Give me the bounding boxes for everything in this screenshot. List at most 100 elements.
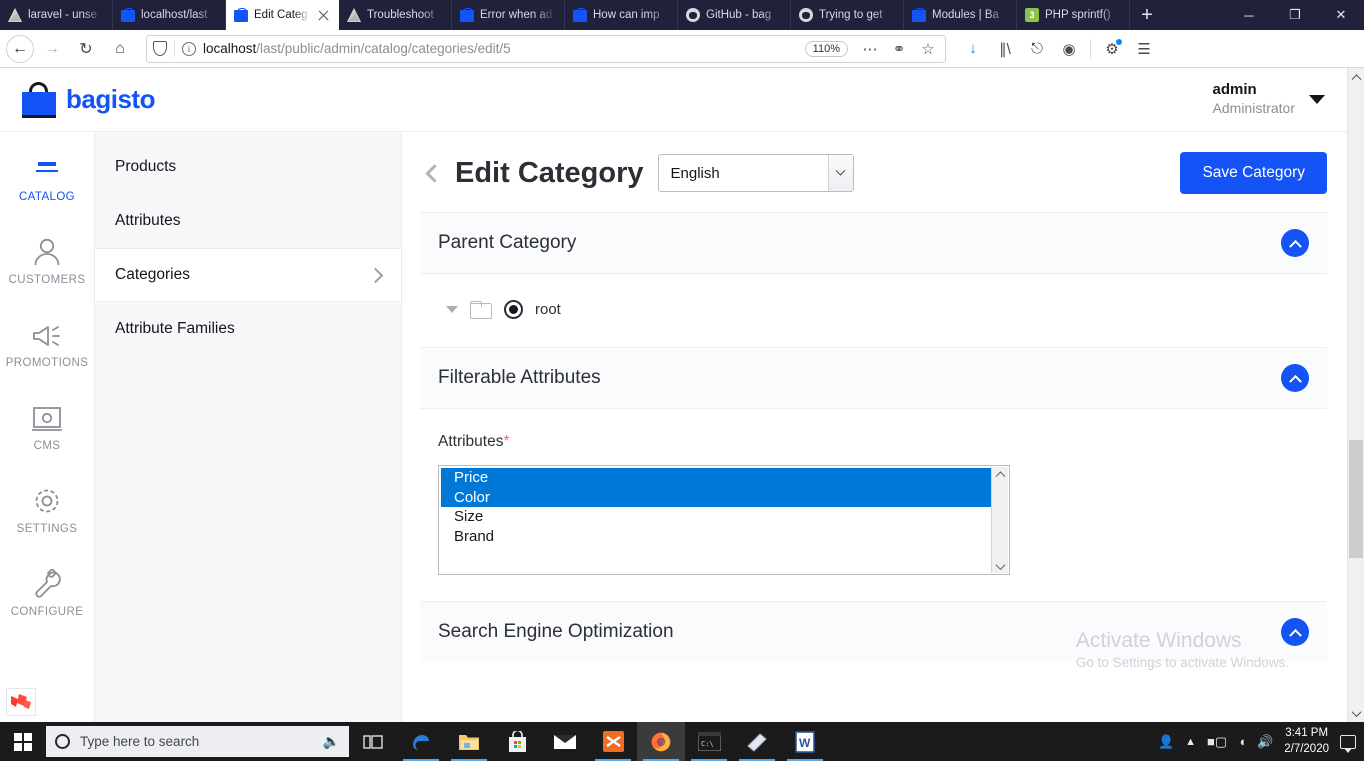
bagisto-icon xyxy=(573,8,587,22)
task-view-button[interactable] xyxy=(349,722,397,761)
downloads-icon[interactable]: ↓ xyxy=(958,34,988,64)
browser-tab[interactable]: Modules | Ba xyxy=(904,0,1017,30)
taskbar-app-edge[interactable] xyxy=(397,722,445,761)
new-tab-button[interactable]: + xyxy=(1130,0,1164,30)
extensions-icon[interactable]: ⚙ xyxy=(1097,34,1127,64)
sidebar-item-promotions[interactable]: PROMOTIONS xyxy=(0,302,94,385)
multiselect-option[interactable]: Color xyxy=(441,487,991,507)
scrollbar-thumb[interactable] xyxy=(1349,440,1363,558)
subnav-item-attributes[interactable]: Attributes xyxy=(95,194,401,248)
page-info-icon[interactable] xyxy=(182,41,196,56)
folder-icon xyxy=(470,300,492,319)
browser-tab[interactable]: Error when ad xyxy=(452,0,565,30)
taskbar-app-sticky-notes[interactable] xyxy=(733,722,781,761)
subnav-item-categories[interactable]: Categories xyxy=(95,248,401,302)
user-menu[interactable]: admin Administrator xyxy=(1213,81,1325,117)
multiselect-options[interactable]: Price Color Size Brand xyxy=(440,467,991,573)
close-icon[interactable] xyxy=(316,8,331,23)
taskbar-app-firefox[interactable] xyxy=(637,722,685,761)
people-icon[interactable]: 👤 xyxy=(1158,734,1174,750)
save-category-button[interactable]: Save Category xyxy=(1180,152,1327,194)
volume-icon[interactable]: 🔊 xyxy=(1257,734,1273,750)
microphone-icon[interactable]: 🔈 xyxy=(323,733,340,750)
page-actions-icon[interactable]: ⋯ xyxy=(859,34,881,64)
browser-tab[interactable]: GitHub - bag xyxy=(678,0,791,30)
browser-tab[interactable]: localhost/last xyxy=(113,0,226,30)
bagisto-icon xyxy=(234,8,248,22)
maximize-button[interactable]: ❐ xyxy=(1272,0,1318,30)
minimize-button[interactable]: ─ xyxy=(1226,0,1272,30)
sidebar-label: CONFIGURE xyxy=(10,606,84,618)
subnav-item-attribute-families[interactable]: Attribute Families xyxy=(95,302,401,356)
taskbar-search-input[interactable]: Type here to search 🔈 xyxy=(46,726,349,757)
taskbar-app-word[interactable]: W xyxy=(781,722,829,761)
address-bar[interactable]: localhost/last/public/admin/catalog/cate… xyxy=(146,34,946,64)
browser-tab[interactable]: laravel - unse xyxy=(0,0,113,30)
taskbar-app-xampp[interactable] xyxy=(589,722,637,761)
sidebar-item-customers[interactable]: CUSTOMERS xyxy=(0,219,94,302)
attributes-multiselect[interactable]: Price Color Size Brand xyxy=(438,465,1010,575)
pocket-icon[interactable]: ⚭ xyxy=(888,34,910,64)
app-header: bagisto admin Administrator xyxy=(0,68,1347,132)
sidebar-item-cms[interactable]: CMS xyxy=(0,385,94,468)
subnav-item-products[interactable]: Products xyxy=(95,140,401,194)
panel-header[interactable]: Filterable Attributes xyxy=(420,348,1327,408)
triangle-down-icon[interactable] xyxy=(446,306,458,313)
battery-icon[interactable]: ■▢ xyxy=(1207,734,1227,750)
taskbar-clock[interactable]: 3:41 PM 2/7/2020 xyxy=(1284,726,1329,757)
taskbar-app-mail[interactable] xyxy=(541,722,589,761)
svg-text:W: W xyxy=(799,736,811,750)
forward-button[interactable]: → xyxy=(36,34,68,64)
bookmark-star-icon[interactable]: ☆ xyxy=(917,34,939,64)
browser-tab[interactable]: How can imp xyxy=(565,0,678,30)
library-icon[interactable]: ∥\ xyxy=(990,34,1020,64)
taskbar-app-microsoft-store[interactable] xyxy=(493,722,541,761)
multiselect-option[interactable]: Size xyxy=(441,507,991,527)
multiselect-option[interactable]: Brand xyxy=(441,527,991,547)
parent-category-radio[interactable] xyxy=(504,300,523,319)
browser-tab[interactable]: Trying to get xyxy=(791,0,904,30)
start-button[interactable] xyxy=(0,722,46,761)
scroll-up-icon[interactable] xyxy=(1348,68,1364,85)
url-host: localhost xyxy=(203,41,257,56)
browser-tab-active[interactable]: Edit Categ xyxy=(226,0,339,30)
scroll-down-icon[interactable] xyxy=(1348,705,1364,722)
account-icon[interactable]: ◉ xyxy=(1054,34,1084,64)
browser-tab[interactable]: PHP sprintf() xyxy=(1017,0,1130,30)
multiselect-scrollbar[interactable] xyxy=(991,467,1008,573)
zoom-level-badge[interactable]: 110% xyxy=(804,40,848,57)
notifications-icon[interactable] xyxy=(1340,734,1356,753)
language-select[interactable]: English xyxy=(657,154,854,192)
back-chevron-icon[interactable] xyxy=(425,163,444,183)
reload-button[interactable]: ↻ xyxy=(70,34,102,64)
bagisto-logo[interactable]: bagisto xyxy=(22,81,155,118)
chevron-down-icon[interactable] xyxy=(827,155,853,191)
scroll-down-icon[interactable] xyxy=(995,560,1005,571)
panel-header[interactable]: Parent Category xyxy=(420,213,1327,273)
category-tree-node[interactable]: root xyxy=(438,298,1309,321)
collapse-toggle-button[interactable] xyxy=(1281,618,1309,646)
collapse-toggle-button[interactable] xyxy=(1281,364,1309,392)
search-placeholder: Type here to search xyxy=(80,734,200,749)
sidebar-item-configure[interactable]: CONFIGURE xyxy=(0,551,94,634)
panel-header[interactable]: Search Engine Optimization xyxy=(420,602,1327,662)
sidebar-icon[interactable]: ⎋ xyxy=(1022,34,1052,64)
taskbar-app-file-explorer[interactable] xyxy=(445,722,493,761)
browser-tab[interactable]: Troubleshoot xyxy=(339,0,452,30)
page-scrollbar[interactable] xyxy=(1347,68,1364,722)
sidebar-item-settings[interactable]: SETTINGS xyxy=(0,468,94,551)
home-icon[interactable]: ⌂ xyxy=(104,34,136,64)
taskbar-app-command-prompt[interactable]: C:\ xyxy=(685,722,733,761)
chevron-down-icon[interactable] xyxy=(1309,95,1325,104)
multiselect-option[interactable]: Price xyxy=(441,468,991,488)
svg-text:C:\: C:\ xyxy=(701,740,714,748)
sidebar-item-catalog[interactable]: CATALOG xyxy=(0,136,94,219)
wifi-icon[interactable]: ◖ xyxy=(1238,734,1246,749)
close-window-button[interactable]: ✕ xyxy=(1318,0,1364,30)
scroll-up-icon[interactable] xyxy=(995,471,1005,482)
back-button[interactable]: ← xyxy=(6,34,34,63)
menu-icon[interactable]: ☰ xyxy=(1129,34,1159,64)
browser-window: laravel - unse localhost/last Edit Categ… xyxy=(0,0,1364,722)
collapse-toggle-button[interactable] xyxy=(1281,229,1309,257)
show-hidden-icons-chevron[interactable]: ▲ xyxy=(1185,736,1196,748)
